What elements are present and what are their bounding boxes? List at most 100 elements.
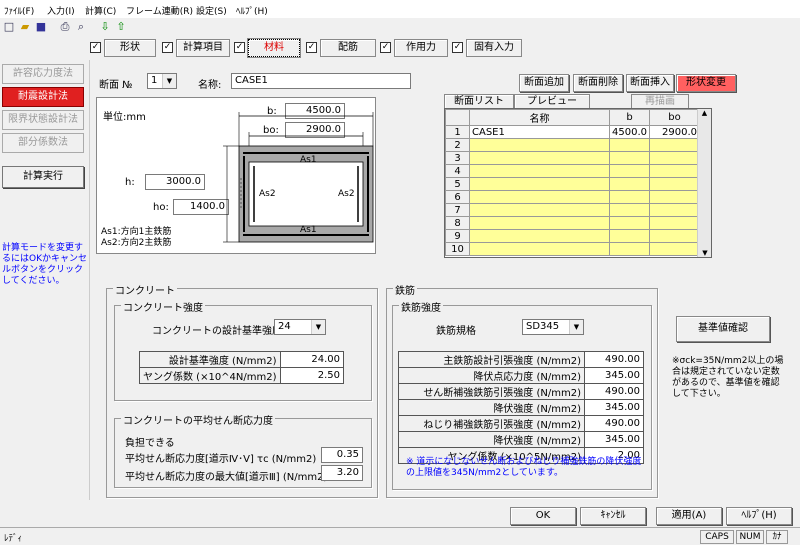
table-row[interactable]: 3	[445, 151, 700, 165]
cell-b[interactable]: 4500.0	[609, 125, 650, 139]
cell-b[interactable]	[609, 229, 650, 243]
menu-calc[interactable]: 計算(C)	[85, 4, 116, 17]
cancel-button[interactable]: ｷｬﾝｾﾙ	[580, 507, 646, 525]
cell-bo[interactable]: 2900.0	[649, 125, 700, 139]
add-section-button[interactable]: 断面追加	[519, 74, 569, 92]
menu-frame[interactable]: フレーム連動(R)	[126, 4, 193, 17]
cell-b[interactable]	[609, 138, 650, 152]
menu-help[interactable]: ﾍﾙﾌﾟ(H)	[236, 4, 268, 17]
table-row[interactable]: 8	[445, 216, 700, 230]
tab-preview[interactable]: プレビュー	[514, 94, 590, 109]
steel-prop-value[interactable]: 490.00	[584, 351, 644, 368]
mode-limit-state[interactable]: 限界状態設計法	[2, 110, 84, 130]
cell-b[interactable]	[609, 190, 650, 204]
mode-partial-factor[interactable]: 部分係数法	[2, 133, 84, 153]
steel-prop-value[interactable]: 490.00	[584, 383, 644, 400]
tab-material[interactable]: 材料	[247, 38, 301, 58]
shear1-input[interactable]: 0.35	[321, 447, 363, 463]
tab-check-calc-items[interactable]: ✓	[162, 42, 173, 53]
cell-name[interactable]	[469, 242, 610, 256]
grid-scrollbar[interactable]: ▲ ▼	[697, 109, 711, 257]
apply-button[interactable]: 適用(A)	[656, 507, 722, 525]
table-row[interactable]: 4	[445, 164, 700, 178]
redraw-button[interactable]: 再描画	[631, 94, 689, 109]
cell-name[interactable]	[469, 190, 610, 204]
menu-input[interactable]: 入力(I)	[47, 4, 75, 17]
cell-name[interactable]	[469, 229, 610, 243]
table-row[interactable]: 2	[445, 138, 700, 152]
tab-custom-input[interactable]: 固有入力	[466, 39, 522, 57]
export-icon[interactable]: ⇧	[114, 20, 128, 34]
tab-check-material[interactable]: ✓	[234, 42, 245, 53]
cell-b[interactable]	[609, 203, 650, 217]
concrete-young-value[interactable]: 2.50	[279, 367, 345, 384]
tab-shape[interactable]: 形状	[104, 39, 156, 57]
check-standard-button[interactable]: 基準値確認	[676, 316, 770, 342]
cell-bo[interactable]	[649, 177, 700, 191]
cell-b[interactable]	[609, 242, 650, 256]
table-row[interactable]: 9	[445, 229, 700, 243]
delete-section-button[interactable]: 断面削除	[573, 74, 623, 92]
tab-calc-items[interactable]: 計算項目	[176, 39, 230, 57]
cell-name[interactable]: CASE1	[469, 125, 610, 139]
scroll-down-icon[interactable]: ▼	[698, 249, 711, 257]
tab-check-force[interactable]: ✓	[380, 42, 391, 53]
table-row[interactable]: 5	[445, 177, 700, 191]
help-button[interactable]: ﾍﾙﾌﾟ(H)	[726, 507, 792, 525]
tab-section-list[interactable]: 断面リスト	[444, 94, 514, 109]
cell-name[interactable]	[469, 138, 610, 152]
shear2-input[interactable]: 3.20	[321, 465, 363, 481]
new-icon[interactable]: □	[2, 20, 16, 34]
preview-icon[interactable]: ⌕	[74, 20, 88, 34]
section-no-select[interactable]: 1 ▼	[147, 73, 177, 89]
cell-name[interactable]	[469, 177, 610, 191]
concrete-design-select[interactable]: 24 ▼	[274, 319, 326, 335]
cell-bo[interactable]	[649, 216, 700, 230]
menu-file[interactable]: ﾌｧｲﾙ(F)	[4, 4, 34, 17]
table-row[interactable]: 7	[445, 203, 700, 217]
tab-rebar[interactable]: 配筋	[320, 39, 376, 57]
cell-bo[interactable]	[649, 164, 700, 178]
calculate-button[interactable]: 計算実行	[2, 166, 84, 188]
tab-check-rebar[interactable]: ✓	[306, 42, 317, 53]
cell-b[interactable]	[609, 164, 650, 178]
cell-b[interactable]	[609, 177, 650, 191]
open-icon[interactable]: ▰	[18, 20, 32, 34]
cell-name[interactable]	[469, 151, 610, 165]
steel-prop-value[interactable]: 345.00	[584, 367, 644, 384]
mode-allowable-stress[interactable]: 許容応力度法	[2, 64, 84, 84]
name-input[interactable]: CASE1	[231, 73, 411, 89]
row-number: 2	[445, 138, 470, 152]
cell-bo[interactable]	[649, 229, 700, 243]
cell-b[interactable]	[609, 151, 650, 165]
cell-name[interactable]	[469, 216, 610, 230]
steel-prop-value[interactable]: 345.00	[584, 399, 644, 416]
tab-force[interactable]: 作用力	[394, 39, 448, 57]
print-icon[interactable]: ⎙	[58, 20, 72, 34]
cell-bo[interactable]	[649, 151, 700, 165]
steel-grade-select[interactable]: SD345 ▼	[522, 319, 584, 335]
table-row[interactable]: 6	[445, 190, 700, 204]
ok-button[interactable]: OK	[510, 507, 576, 525]
steel-prop-value[interactable]: 345.00	[584, 431, 644, 448]
insert-section-button[interactable]: 断面挿入	[626, 74, 674, 92]
cell-bo[interactable]	[649, 190, 700, 204]
cell-bo[interactable]	[649, 242, 700, 256]
table-row[interactable]: 1 CASE1 4500.0 2900.0	[445, 125, 700, 139]
change-shape-button[interactable]: 形状変更	[676, 74, 736, 92]
import-icon[interactable]: ⇩	[98, 20, 112, 34]
scroll-up-icon[interactable]: ▲	[698, 109, 711, 117]
concrete-fck-value[interactable]: 24.00	[279, 351, 345, 368]
table-row[interactable]: 10	[445, 242, 700, 256]
cell-name[interactable]	[469, 164, 610, 178]
tab-check-shape[interactable]: ✓	[90, 42, 101, 53]
cell-name[interactable]	[469, 203, 610, 217]
cell-bo[interactable]	[649, 203, 700, 217]
cell-bo[interactable]	[649, 138, 700, 152]
steel-prop-value[interactable]: 490.00	[584, 415, 644, 432]
tab-check-custom[interactable]: ✓	[452, 42, 463, 53]
mode-seismic-design[interactable]: 耐震設計法	[2, 87, 84, 107]
cell-b[interactable]	[609, 216, 650, 230]
menu-settings[interactable]: 設定(S)	[196, 4, 227, 17]
save-icon[interactable]: ■	[34, 20, 48, 34]
